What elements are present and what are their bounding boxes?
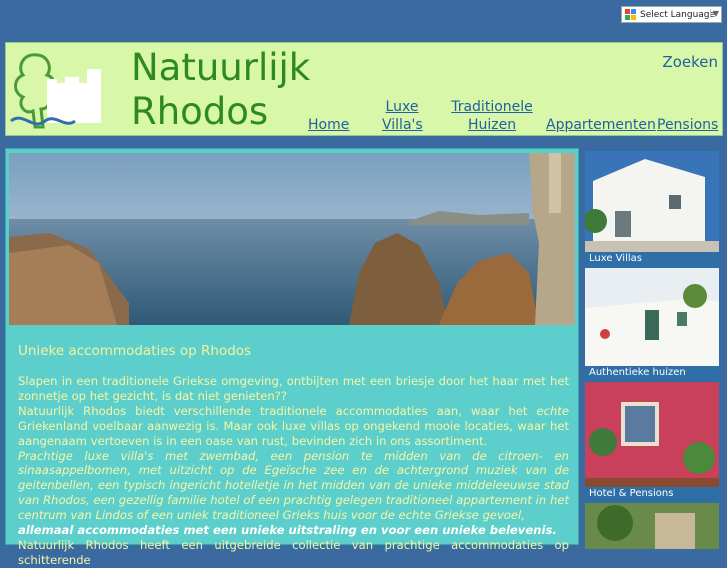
sidebar-item-more[interactable] — [584, 502, 720, 550]
nav-home[interactable]: Home — [308, 116, 349, 134]
google-icon — [625, 9, 636, 20]
sidebar-item-hotel-pensions[interactable]: Hotel & Pensions — [584, 381, 720, 502]
hero-image — [9, 153, 575, 325]
intro-text: Slapen in een traditionele Griekse omgev… — [18, 374, 569, 568]
nav-luxe-villas[interactable]: Luxe Villa's — [382, 98, 423, 134]
site-logo[interactable] — [9, 49, 109, 131]
paragraph: Natuurlijk Rhodos biedt verschillende tr… — [18, 403, 569, 448]
paragraph: Prachtige luxe villa's met zwembad, een … — [18, 448, 569, 538]
sidebar-item-luxe-villas[interactable]: Luxe Villas — [584, 150, 720, 267]
hotel-photo — [585, 382, 719, 501]
paragraph: Natuurlijk Rhodos heeft een uitgebreide … — [18, 537, 569, 567]
site-title[interactable]: Natuurlijk Rhodos — [131, 46, 310, 134]
search-link[interactable]: Zoeken — [662, 53, 718, 71]
nav-appartementen[interactable]: Appartementen — [546, 116, 656, 134]
main-content: Unieke accommodaties op Rhodos Slapen in… — [5, 148, 579, 567]
language-select[interactable]: Select Language ▼ — [621, 6, 722, 23]
sidebar: Luxe Villas Authentieke huizen Hotel & P… — [582, 148, 724, 550]
sidebar-caption: Authentieke huizen — [585, 366, 719, 380]
sidebar-item-authentieke-huizen[interactable]: Authentieke huizen — [584, 267, 720, 381]
page-subtitle: Unieke accommodaties op Rhodos — [18, 343, 252, 359]
nav-traditionele-huizen[interactable]: Traditionele Huizen — [449, 98, 535, 134]
language-label: Select Language — [640, 9, 716, 20]
villa-photo — [585, 151, 719, 266]
site-header: Natuurlijk Rhodos Zoeken Home Luxe Villa… — [5, 42, 723, 136]
sidebar-caption: Luxe Villas — [585, 252, 719, 266]
paragraph: Slapen in een traditionele Griekse omgev… — [18, 374, 569, 403]
sidebar-caption: Hotel & Pensions — [585, 487, 719, 501]
chevron-down-icon[interactable]: ▼ — [709, 9, 719, 18]
nav-pensions[interactable]: Pensions — [657, 116, 718, 134]
garden-photo — [585, 503, 719, 549]
house-photo — [585, 268, 719, 380]
